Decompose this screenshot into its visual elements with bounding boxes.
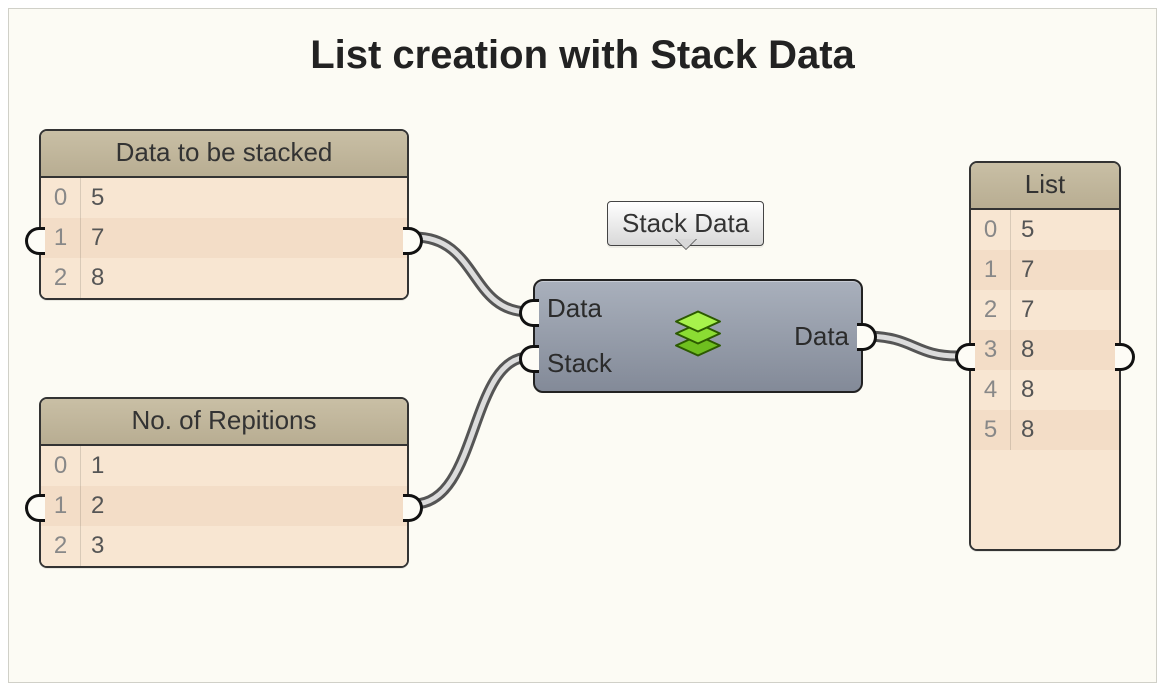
table-row: 05 [971, 210, 1119, 250]
component-inputs: Data Stack [547, 281, 612, 391]
input-port-data[interactable]: Data [547, 293, 612, 324]
panel-reps-output-grip[interactable] [403, 494, 423, 522]
row-index: 5 [971, 410, 1011, 450]
diagram-frame: List creation with Stack Data Data to be… [8, 8, 1157, 683]
row-index: 2 [41, 526, 81, 566]
panel-list-output-grip[interactable] [1115, 343, 1135, 371]
table-row: 38 [971, 330, 1119, 370]
row-index: 0 [41, 178, 81, 218]
panel-data-body: 051728 [41, 178, 407, 298]
panel-data-input-grip[interactable] [25, 227, 45, 255]
row-index: 4 [971, 370, 1011, 410]
row-value: 1 [81, 452, 407, 480]
row-value: 8 [1011, 336, 1119, 364]
row-index: 2 [971, 290, 1011, 330]
row-value: 7 [1011, 296, 1119, 324]
panel-data-output-grip[interactable] [403, 227, 423, 255]
panel-reps-input-grip[interactable] [25, 494, 45, 522]
row-index: 0 [971, 210, 1011, 250]
row-index: 1 [41, 486, 81, 526]
table-row: 27 [971, 290, 1119, 330]
input-port-stack[interactable]: Stack [547, 348, 612, 379]
row-value: 3 [81, 532, 407, 560]
table-row: 28 [41, 258, 407, 298]
component-tooltip: Stack Data [607, 201, 764, 246]
row-index: 1 [971, 250, 1011, 290]
component-data-grip[interactable] [519, 299, 539, 327]
component-outputs: Data [794, 281, 849, 391]
panel-list-header: List [971, 163, 1119, 210]
panel-reps-body: 011223 [41, 446, 407, 566]
row-index: 0 [41, 446, 81, 486]
table-row: 58 [971, 410, 1119, 450]
panel-reps[interactable]: No. of Repitions 011223 [39, 397, 409, 568]
table-row: 12 [41, 486, 407, 526]
table-row: 48 [971, 370, 1119, 410]
row-value: 8 [1011, 376, 1119, 404]
table-row: 17 [41, 218, 407, 258]
row-value: 7 [81, 224, 407, 252]
row-value: 5 [81, 184, 407, 212]
panel-data[interactable]: Data to be stacked 051728 [39, 129, 409, 300]
panel-list-body: 051727384858 [971, 210, 1119, 551]
panel-list-input-grip[interactable] [955, 343, 975, 371]
component-tooltip-text: Stack Data [622, 208, 749, 238]
row-value: 2 [81, 492, 407, 520]
table-row: 17 [971, 250, 1119, 290]
row-value: 8 [81, 264, 407, 292]
row-index: 1 [41, 218, 81, 258]
row-value: 7 [1011, 256, 1119, 284]
table-row: 23 [41, 526, 407, 566]
stack-icon [666, 306, 730, 367]
panel-list[interactable]: List 051727384858 [969, 161, 1121, 551]
output-port-data[interactable]: Data [794, 321, 849, 352]
table-row: 05 [41, 178, 407, 218]
row-index: 3 [971, 330, 1011, 370]
component-output-grip[interactable] [857, 323, 877, 351]
panel-data-header: Data to be stacked [41, 131, 407, 178]
row-value: 8 [1011, 416, 1119, 444]
row-index: 2 [41, 258, 81, 298]
diagram-title: List creation with Stack Data [9, 33, 1156, 78]
table-row: 01 [41, 446, 407, 486]
component-stack-grip[interactable] [519, 345, 539, 373]
row-value: 5 [1011, 216, 1119, 244]
stack-data-component[interactable]: Data Stack Data [533, 279, 863, 393]
panel-reps-header: No. of Repitions [41, 399, 407, 446]
